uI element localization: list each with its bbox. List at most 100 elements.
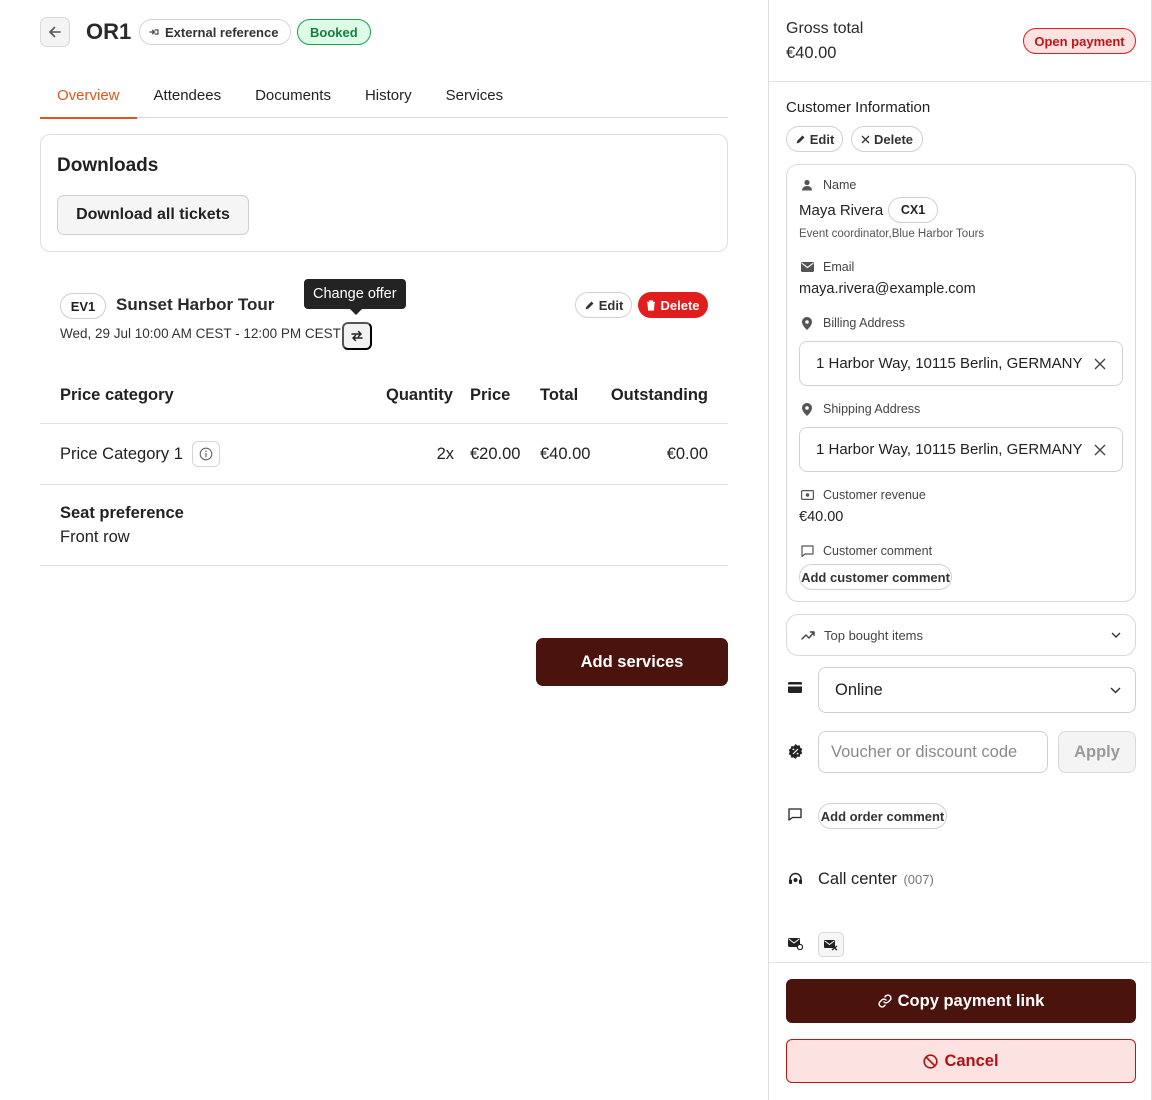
customer-email: maya.rivera@example.com bbox=[799, 281, 976, 297]
tab-history[interactable]: History bbox=[348, 72, 429, 118]
clear-shipping-icon[interactable] bbox=[1094, 444, 1106, 456]
column-header-price-category: Price category bbox=[60, 386, 174, 404]
table-divider bbox=[40, 484, 728, 485]
change-offer-button[interactable] bbox=[342, 322, 372, 350]
revenue-label-text: Customer revenue bbox=[823, 488, 926, 502]
credit-card-icon bbox=[786, 682, 804, 693]
customer-revenue: €40.00 bbox=[799, 509, 844, 525]
person-icon bbox=[799, 179, 815, 191]
tab-overview[interactable]: Overview bbox=[40, 72, 137, 119]
name-field-label: Name bbox=[799, 178, 856, 192]
discount-badge-icon bbox=[786, 744, 804, 759]
download-all-tickets-button[interactable]: Download all tickets bbox=[57, 195, 249, 235]
row-price: €20.00 bbox=[470, 445, 521, 463]
gross-total-label: Gross total bbox=[786, 20, 864, 37]
copy-payment-link-label: Copy payment link bbox=[897, 991, 1045, 1010]
location-pin-icon bbox=[799, 402, 815, 416]
location-pin-icon bbox=[799, 316, 815, 330]
billing-label-text: Billing Address bbox=[823, 316, 905, 330]
link-tag-icon bbox=[149, 29, 159, 35]
column-header-price: Price bbox=[470, 386, 511, 404]
row-price-category: Price Category 1 bbox=[60, 445, 183, 463]
info-icon bbox=[199, 447, 213, 461]
gross-total-value: €40.00 bbox=[786, 44, 837, 62]
event-edit-label: Edit bbox=[598, 297, 624, 313]
billing-field-label: Billing Address bbox=[799, 316, 905, 330]
back-button[interactable] bbox=[40, 17, 70, 47]
sales-channel-name: Call center bbox=[818, 870, 897, 888]
swap-arrows-icon bbox=[351, 330, 363, 342]
table-divider bbox=[40, 565, 728, 566]
copy-payment-link-button[interactable]: Copy payment link bbox=[786, 979, 1136, 1023]
column-header-total: Total bbox=[540, 386, 579, 404]
table-divider bbox=[40, 423, 728, 424]
clear-billing-icon[interactable] bbox=[1094, 358, 1106, 370]
downloads-title: Downloads bbox=[57, 155, 159, 176]
add-services-button[interactable]: Add services bbox=[536, 638, 728, 686]
shipping-address-field[interactable]: 1 Harbor Way, 10115 Berlin, GERMANY bbox=[799, 427, 1123, 472]
external-reference-label: External reference bbox=[165, 24, 279, 40]
external-reference-badge[interactable]: External reference bbox=[139, 19, 292, 45]
chevron-down-icon bbox=[1111, 632, 1121, 638]
tab-attendees[interactable]: Attendees bbox=[137, 72, 239, 118]
mail-settings-icon bbox=[786, 937, 804, 950]
name-label-text: Name bbox=[823, 178, 857, 192]
voucher-input[interactable] bbox=[818, 731, 1048, 773]
seat-preference-value: Front row bbox=[60, 528, 130, 546]
chevron-down-icon bbox=[1110, 686, 1121, 694]
comment-icon bbox=[786, 808, 804, 821]
event-title: Sunset Harbor Tour bbox=[116, 295, 275, 314]
add-order-comment-button[interactable]: Add order comment bbox=[818, 803, 947, 829]
customer-edit-label: Edit bbox=[809, 131, 835, 147]
event-badge: EV1 bbox=[60, 293, 106, 319]
customer-id-badge: CX1 bbox=[888, 197, 938, 223]
money-icon bbox=[799, 490, 815, 500]
downloads-card: Downloads Download all tickets bbox=[40, 134, 728, 252]
status-badge: Booked bbox=[297, 19, 371, 45]
sales-channel-code: (007) bbox=[903, 872, 934, 887]
event-delete-button[interactable]: Delete bbox=[638, 292, 708, 318]
tab-services[interactable]: Services bbox=[429, 72, 521, 118]
customer-edit-button[interactable]: Edit bbox=[786, 126, 843, 152]
mail-off-icon bbox=[824, 939, 838, 951]
customer-delete-button[interactable]: Delete bbox=[851, 126, 923, 152]
order-summary-panel: Gross total €40.00 Open payment Customer… bbox=[768, 0, 1152, 1100]
mail-off-button[interactable] bbox=[818, 932, 844, 957]
shipping-address-value: 1 Harbor Way, 10115 Berlin, GERMANY bbox=[816, 441, 1083, 458]
tab-bar: Overview Attendees Documents History Ser… bbox=[40, 72, 728, 119]
column-header-outstanding: Outstanding bbox=[610, 386, 708, 404]
link-icon bbox=[878, 994, 892, 1008]
revenue-field-label: Customer revenue bbox=[799, 488, 926, 502]
comment-icon bbox=[799, 545, 815, 557]
headset-icon bbox=[786, 872, 804, 887]
customer-card: Name Maya Rivera CX1 Event coordinator,B… bbox=[786, 164, 1136, 602]
billing-address-value: 1 Harbor Way, 10115 Berlin, GERMANY bbox=[816, 355, 1083, 372]
seat-preference-label: Seat preference bbox=[60, 504, 184, 522]
tab-documents[interactable]: Documents bbox=[238, 72, 348, 118]
price-category-info-button[interactable] bbox=[192, 441, 220, 467]
add-customer-comment-button[interactable]: Add customer comment bbox=[799, 564, 952, 590]
billing-address-field[interactable]: 1 Harbor Way, 10115 Berlin, GERMANY bbox=[799, 341, 1123, 386]
row-quantity: 2x bbox=[436, 445, 454, 463]
row-outstanding: €0.00 bbox=[666, 445, 708, 463]
mail-icon bbox=[799, 262, 815, 272]
event-delete-label: Delete bbox=[660, 297, 700, 313]
payment-method-select[interactable]: Online bbox=[818, 667, 1136, 713]
top-bought-items-label: Top bought items bbox=[824, 627, 924, 643]
payment-status-badge: Open payment bbox=[1023, 28, 1136, 54]
event-edit-button[interactable]: Edit bbox=[575, 292, 632, 318]
apply-voucher-button[interactable]: Apply bbox=[1058, 731, 1136, 773]
payment-method-value: Online bbox=[835, 680, 883, 699]
comment-field-label: Customer comment bbox=[799, 544, 932, 558]
ban-icon bbox=[923, 1053, 939, 1069]
close-icon bbox=[861, 135, 870, 143]
column-header-quantity: Quantity bbox=[386, 386, 453, 404]
order-id-title: OR1 bbox=[86, 19, 132, 44]
email-field-label: Email bbox=[799, 260, 854, 274]
shipping-label-text: Shipping Address bbox=[823, 402, 921, 416]
top-bought-items-header: Top bought items bbox=[801, 628, 923, 643]
cancel-label: Cancel bbox=[944, 1051, 999, 1070]
cancel-order-button[interactable]: Cancel bbox=[786, 1039, 1136, 1083]
top-bought-items-dropdown[interactable]: Top bought items bbox=[786, 614, 1136, 656]
event-date-range: Wed, 29 Jul 10:00 AM CEST - 12:00 PM CES… bbox=[60, 326, 341, 341]
